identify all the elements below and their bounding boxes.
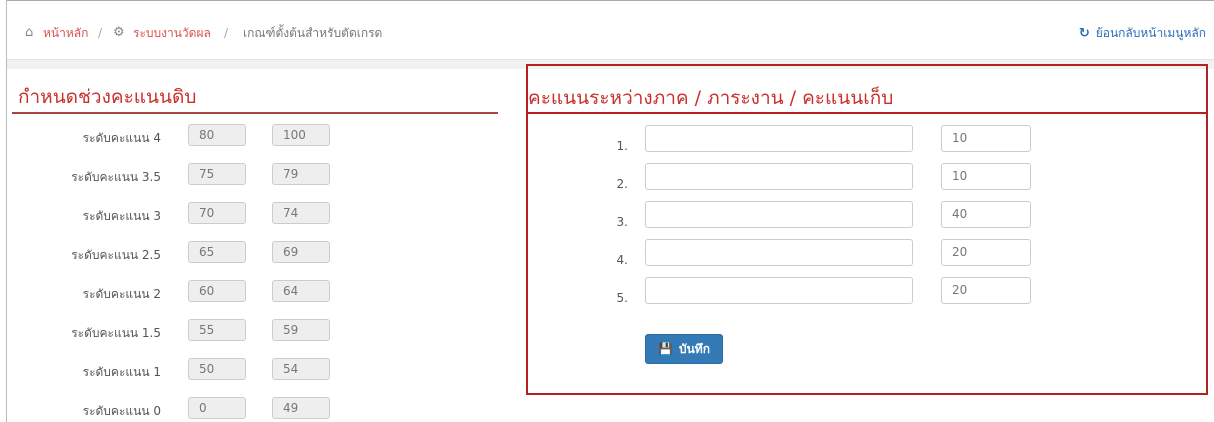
top-bar: ⌂ หน้าหลัก / ⚙ ระบบงานวัดผล / เกณฑ์ตั้งต…: [7, 0, 1214, 69]
breadcrumb-separator: /: [98, 26, 103, 40]
item-number: 3.: [616, 215, 628, 229]
home-icon: ⌂: [25, 25, 34, 40]
title-underline: [528, 112, 1206, 114]
grade-min-input: 0: [188, 397, 246, 419]
grade-level-label: ระดับคะแนน 2.5: [71, 248, 161, 262]
grade-level-label: ระดับคะแนน 0: [82, 404, 161, 418]
breadcrumb: ⌂ หน้าหลัก / ⚙ ระบบงานวัดผล / เกณฑ์ตั้งต…: [7, 1, 1214, 60]
item-score-input[interactable]: 10: [941, 163, 1031, 190]
grade-min-input: 55: [188, 319, 246, 341]
item-name-input[interactable]: [645, 125, 913, 152]
item-number: 5.: [616, 291, 628, 305]
breadcrumb-current: เกณฑ์ตั้งต้นสำหรับตัดเกรด: [243, 26, 383, 40]
back-to-main-menu-link[interactable]: ↻ ย้อนกลับหน้าเมนูหลัก: [1079, 25, 1206, 42]
grade-max-input: 59: [272, 319, 330, 341]
cogs-icon: ⚙: [113, 25, 125, 40]
title-underline: [12, 112, 498, 114]
item-name-input[interactable]: [645, 277, 913, 304]
coursework-score-panel: คะแนนระหว่างภาค / ภาระงาน / คะแนนเก็บ 1.…: [526, 64, 1208, 395]
grade-level-label: ระดับคะแนน 1.5: [71, 326, 161, 340]
item-name-input[interactable]: [645, 201, 913, 228]
grade-max-input: 49: [272, 397, 330, 419]
raw-score-range-title: กำหนดช่วงคะแนนดิบ: [18, 86, 197, 108]
grade-level-label: ระดับคะแนน 2: [82, 287, 161, 301]
grade-min-input: 70: [188, 202, 246, 224]
save-button[interactable]: 💾 บันทึก: [645, 334, 723, 364]
breadcrumb-separator: /: [224, 26, 229, 40]
grade-max-input: 54: [272, 358, 330, 380]
grade-min-input: 50: [188, 358, 246, 380]
grade-max-input: 64: [272, 280, 330, 302]
grade-min-input: 65: [188, 241, 246, 263]
grade-max-input: 79: [272, 163, 330, 185]
grade-level-label: ระดับคะแนน 3.5: [71, 170, 161, 184]
back-link-label: ย้อนกลับหน้าเมนูหลัก: [1095, 26, 1206, 40]
item-score-input[interactable]: 40: [941, 201, 1031, 228]
item-score-input[interactable]: 20: [941, 277, 1031, 304]
item-score-input[interactable]: 20: [941, 239, 1031, 266]
grade-min-input: 60: [188, 280, 246, 302]
item-number: 4.: [616, 253, 628, 267]
grade-level-label: ระดับคะแนน 3: [82, 209, 161, 223]
floppy-disk-icon: 💾: [658, 342, 673, 356]
grade-min-input: 80: [188, 124, 246, 146]
grade-max-input: 100: [272, 124, 330, 146]
grade-max-input: 74: [272, 202, 330, 224]
breadcrumb-section-link[interactable]: ระบบงานวัดผล: [133, 25, 211, 41]
breadcrumb-home-link[interactable]: หน้าหลัก: [43, 25, 88, 41]
item-number: 1.: [616, 139, 628, 153]
undo-icon: ↻: [1078, 26, 1090, 41]
item-name-input[interactable]: [645, 239, 913, 266]
grade-max-input: 69: [272, 241, 330, 263]
coursework-score-title: คะแนนระหว่างภาค / ภาระงาน / คะแนนเก็บ: [528, 87, 894, 109]
item-name-input[interactable]: [645, 163, 913, 190]
item-score-input[interactable]: 10: [941, 125, 1031, 152]
grade-min-input: 75: [188, 163, 246, 185]
save-button-label: บันทึก: [678, 342, 710, 356]
grade-level-label: ระดับคะแนน 1: [82, 365, 161, 379]
item-number: 2.: [616, 177, 628, 191]
grade-level-label: ระดับคะแนน 4: [82, 131, 161, 145]
